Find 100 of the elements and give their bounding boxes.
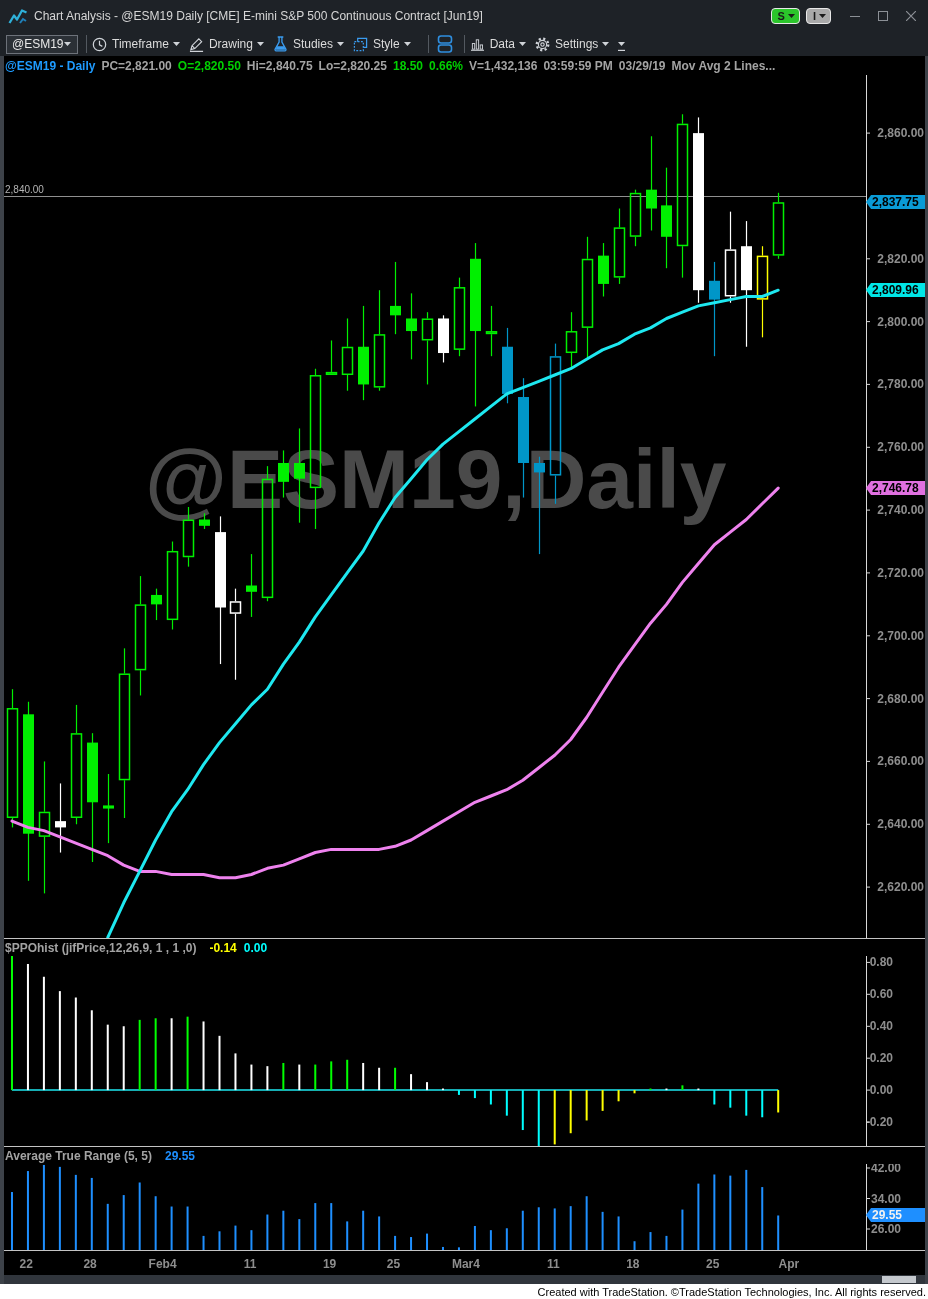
status-dropdown[interactable]: I (805, 8, 831, 24)
indicator-title: Average True Range (5, 5) (5, 1148, 152, 1163)
scrollbar-thumb[interactable] (882, 1276, 916, 1283)
histogram-bar (106, 1024, 109, 1091)
histogram-bar (521, 1210, 524, 1250)
bar-chart-icon (469, 37, 485, 51)
studies-menu[interactable]: Studies (272, 36, 344, 52)
close-icon (906, 11, 916, 21)
date-label: 11 (243, 1257, 257, 1271)
histogram-bar (378, 1067, 381, 1091)
histogram-bar (569, 1206, 572, 1250)
histogram-bar (697, 1183, 700, 1250)
histogram-bar (457, 1090, 460, 1095)
histogram-bar (585, 1090, 588, 1121)
study-label: Mov Avg 2 Lines... (671, 58, 776, 73)
price-axis-label: 2,820.00 (877, 251, 924, 266)
zigzag-logo-icon (8, 7, 28, 25)
histogram-bar (585, 1196, 588, 1250)
data-menu[interactable]: Data (469, 37, 526, 51)
histogram-bar (777, 1215, 780, 1250)
caret-icon (602, 42, 610, 46)
caret-icon (172, 42, 180, 46)
price-tag: 2,837.75 (866, 195, 925, 209)
histogram-bar (697, 1088, 700, 1091)
histogram-bar (202, 1235, 205, 1250)
axis-label: 26.00 (870, 1222, 901, 1236)
price-level-label: 2,840.00 (5, 184, 44, 195)
histogram-bar (346, 1059, 349, 1091)
histogram-bar (761, 1090, 764, 1118)
caret-icon[interactable] (618, 41, 626, 51)
histogram-bar (633, 1090, 636, 1094)
histogram-bar (410, 1074, 413, 1091)
histogram-bar (649, 1088, 652, 1091)
histogram-bar (553, 1208, 556, 1250)
histogram-bar (713, 1090, 716, 1105)
histogram-bar (202, 1021, 205, 1091)
axis-label: -0.20 (865, 1115, 893, 1130)
price-axis-label: 2,620.00 (877, 880, 924, 895)
histogram-bar (282, 1062, 285, 1091)
net-change: 18.50 (392, 58, 423, 73)
volume: V=1,432,136 (469, 58, 538, 73)
caret-icon (256, 42, 264, 46)
caret-icon (403, 42, 411, 46)
axis-label: 0.60 (869, 987, 893, 1002)
histogram-bar (665, 1088, 668, 1091)
price-axis-label: 2,860.00 (877, 126, 924, 141)
caret-icon (819, 14, 826, 18)
style-menu[interactable]: Style (352, 36, 411, 52)
stacked-panels-icon[interactable] (436, 35, 453, 53)
histogram-bar (234, 1053, 237, 1091)
copyright-notice: Created with TradeStation. ©TradeStation Technologies, Inc. All rights reserved. (537, 1285, 926, 1298)
histogram-bar (138, 1182, 141, 1250)
histogram-bar (665, 1235, 668, 1250)
price-axis-label: 2,680.00 (877, 691, 924, 706)
caret-icon (519, 42, 526, 46)
price-axis-label: 2,640.00 (877, 817, 924, 832)
histogram-bar (138, 1019, 141, 1091)
histogram-bar (218, 1231, 221, 1250)
status-dropdown[interactable]: S (770, 8, 800, 24)
histogram-bar (681, 1085, 684, 1091)
price-tag: 2,809.96 (866, 283, 925, 297)
symbol-dropdown[interactable]: @ESM19 (6, 34, 78, 54)
histogram-bar (330, 1203, 333, 1250)
histogram-bar (777, 1090, 780, 1113)
histogram-bar (505, 1228, 508, 1250)
histogram-bar (314, 1203, 317, 1250)
caret-icon (336, 42, 344, 46)
dashed-square-icon (352, 36, 368, 52)
settings-menu[interactable]: Settings (535, 36, 610, 52)
caret-icon (787, 14, 795, 18)
histogram-bar (473, 1225, 476, 1250)
low-price: Lo=2,820.25 (318, 58, 387, 73)
histogram-bar (378, 1216, 381, 1250)
axis-label: 0.20 (869, 1051, 893, 1066)
price-axis-label: 2,660.00 (877, 754, 924, 769)
histogram-bar (170, 1206, 173, 1250)
histogram-bar (537, 1090, 540, 1146)
date-label: 11 (547, 1257, 560, 1271)
histogram-bar (537, 1207, 540, 1250)
histogram-bar (761, 1187, 764, 1250)
histogram-bar (218, 1035, 221, 1091)
date-label: Feb4 (148, 1257, 177, 1271)
histogram-bar (617, 1216, 620, 1250)
histogram-bar (122, 1195, 125, 1250)
pen-icon (188, 36, 204, 52)
histogram-bar (681, 1209, 684, 1250)
histogram-bar (601, 1090, 604, 1111)
date-label: 19 (322, 1257, 337, 1271)
minimize-icon (850, 15, 860, 17)
horizontal-scrollbar[interactable] (4, 1275, 925, 1284)
histogram-bar (473, 1090, 476, 1099)
timeframe-menu[interactable]: Timeframe (92, 36, 180, 52)
drawing-menu[interactable]: Drawing (188, 36, 264, 52)
maximize-icon (878, 11, 888, 21)
gear-icon (535, 36, 550, 52)
histogram-bar (489, 1230, 492, 1250)
histogram-bar (346, 1221, 349, 1250)
date-label: Mar4 (451, 1257, 480, 1271)
price-axis-label: 2,800.00 (877, 314, 924, 329)
histogram-bar (234, 1225, 237, 1250)
